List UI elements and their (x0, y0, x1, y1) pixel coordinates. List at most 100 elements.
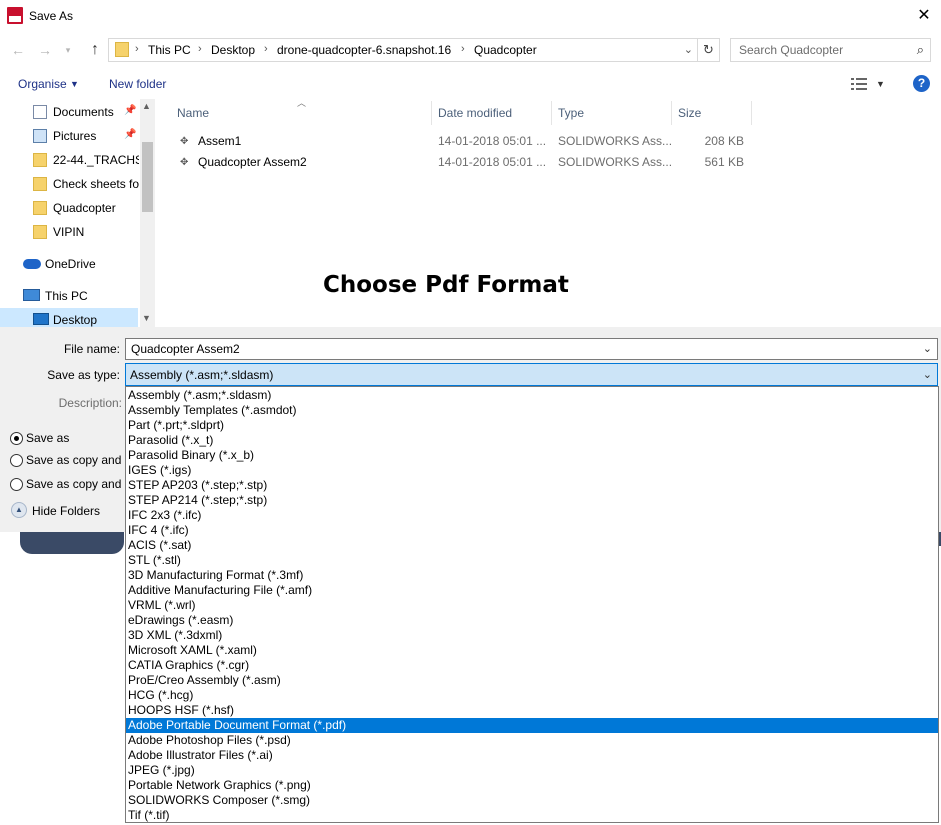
file-name-field[interactable]: Quadcopter Assem2 ⌄ (125, 338, 938, 360)
file-row[interactable]: ✥ Assem1 14-01-2018 05:01 ... SOLIDWORKS… (172, 131, 752, 152)
chevron-down-icon[interactable]: ⌄ (684, 43, 693, 56)
folder-icon (33, 177, 47, 191)
chevron-right-icon[interactable]: › (264, 43, 268, 55)
save-as-type-label: Save as type: (47, 368, 120, 382)
file-type-option[interactable]: HOOPS HSF (*.hsf) (126, 703, 938, 718)
file-type-option[interactable]: Assembly (*.asm;*.sldasm) (126, 388, 938, 403)
close-button[interactable]: ✕ (912, 5, 936, 27)
radio-label: Save as copy and c (26, 453, 131, 467)
recent-locations-chevron-icon[interactable]: ▾ (62, 44, 74, 56)
file-type-option[interactable]: IGES (*.igs) (126, 463, 938, 478)
chevron-down-icon[interactable]: ⌄ (923, 368, 932, 381)
file-type-option[interactable]: CATIA Graphics (*.cgr) (126, 658, 938, 673)
pin-icon[interactable]: 📌 (124, 129, 136, 140)
scroll-down-icon[interactable]: ▼ (142, 313, 151, 323)
column-header-type[interactable]: Type (558, 106, 584, 120)
pin-icon[interactable]: 📌 (124, 105, 136, 116)
file-type-option[interactable]: ProE/Creo Assembly (*.asm) (126, 673, 938, 688)
file-date: 14-01-2018 05:01 ... (438, 134, 547, 148)
address-bar[interactable]: › This PC › Desktop › drone-quadcopter-6… (108, 38, 698, 62)
file-type-option[interactable]: Parasolid (*.x_t) (126, 433, 938, 448)
file-type-option[interactable]: Adobe Photoshop Files (*.psd) (126, 733, 938, 748)
column-header-name[interactable]: Name (177, 106, 209, 120)
search-icon[interactable]: ⌕ (917, 42, 924, 58)
file-type-option[interactable]: Adobe Illustrator Files (*.ai) (126, 748, 938, 763)
nav-scrollbar[interactable] (140, 99, 155, 327)
radio-label: Save as (26, 431, 70, 445)
file-type-dropdown-list[interactable]: Assembly (*.asm;*.sldasm) Assembly Templa… (125, 386, 939, 823)
sidebar-item-check-sheets[interactable]: Check sheets for (0, 173, 140, 195)
file-type-option[interactable]: HCG (*.hcg) (126, 688, 938, 703)
file-type-option[interactable]: JPEG (*.jpg) (126, 763, 938, 778)
file-type: SOLIDWORKS Ass... (558, 155, 673, 169)
column-divider[interactable] (551, 101, 552, 125)
file-type-option[interactable]: Adobe Portable Document Format (*.pdf) (126, 718, 938, 733)
file-type-option[interactable]: Microsoft XAML (*.xaml) (126, 643, 938, 658)
organise-button[interactable]: Organise (18, 77, 67, 91)
caret-down-icon[interactable]: ▼ (70, 79, 79, 89)
sidebar-item-quadcopter[interactable]: Quadcopter (0, 197, 140, 219)
file-type-option[interactable]: STEP AP214 (*.step;*.stp) (126, 493, 938, 508)
file-type-option[interactable]: Additive Manufacturing File (*.amf) (126, 583, 938, 598)
file-name: Assem1 (198, 134, 242, 148)
breadcrumb-this-pc[interactable]: This PC (148, 43, 191, 57)
radio-button[interactable] (10, 432, 23, 445)
back-arrow-icon[interactable]: ← (9, 41, 27, 59)
file-type-option[interactable]: STEP AP203 (*.step;*.stp) (126, 478, 938, 493)
radio-button[interactable] (10, 478, 23, 491)
sidebar-item-trachst[interactable]: 22-44._TRACHST (0, 149, 140, 171)
file-type-option[interactable]: eDrawings (*.easm) (126, 613, 938, 628)
save-as-type-select[interactable]: Assembly (*.asm;*.sldasm) ⌄ (125, 363, 938, 386)
sidebar-item-pictures[interactable]: Pictures 📌 (0, 125, 140, 147)
description-label: Description: (58, 396, 122, 410)
sidebar-item-vipin[interactable]: VIPIN (0, 221, 140, 243)
scrollbar-thumb[interactable] (142, 142, 153, 212)
sort-ascending-icon: ︿ (297, 98, 307, 108)
column-header-size[interactable]: Size (678, 106, 701, 120)
scroll-up-icon[interactable]: ▲ (142, 101, 151, 111)
sidebar-item-this-pc[interactable]: This PC (0, 285, 140, 307)
file-type-option[interactable]: ACIS (*.sat) (126, 538, 938, 553)
desktop-icon (33, 313, 49, 325)
search-input[interactable]: Search Quadcopter ⌕ (730, 38, 931, 62)
chevron-right-icon[interactable]: › (198, 43, 202, 55)
up-arrow-icon[interactable]: ↑ (85, 40, 105, 60)
file-type-option[interactable]: Parasolid Binary (*.x_b) (126, 448, 938, 463)
sidebar-item-documents[interactable]: Documents 📌 (0, 101, 140, 123)
breadcrumb-desktop[interactable]: Desktop (211, 43, 255, 57)
column-header-date-modified[interactable]: Date modified (438, 106, 512, 120)
file-type-option[interactable]: IFC 2x3 (*.ifc) (126, 508, 938, 523)
file-type-option[interactable]: IFC 4 (*.ifc) (126, 523, 938, 538)
help-icon[interactable]: ? (913, 75, 930, 92)
documents-icon (33, 105, 47, 119)
radio-button[interactable] (10, 454, 23, 467)
title-bar (0, 0, 941, 33)
file-row[interactable]: ✥ Quadcopter Assem2 14-01-2018 05:01 ...… (172, 152, 752, 173)
caret-down-icon[interactable]: ▼ (876, 79, 885, 89)
file-type-option[interactable]: Assembly Templates (*.asmdot) (126, 403, 938, 418)
search-placeholder: Search Quadcopter (739, 43, 844, 57)
file-type-option[interactable]: SOLIDWORKS Composer (*.smg) (126, 793, 938, 808)
file-name-label: File name: (63, 342, 120, 356)
chevron-down-icon[interactable]: ⌄ (923, 342, 932, 355)
column-divider[interactable] (431, 101, 432, 125)
file-type-option[interactable]: VRML (*.wrl) (126, 598, 938, 613)
sidebar-item-label: Check sheets for (53, 177, 139, 191)
new-folder-button[interactable]: New folder (109, 77, 166, 91)
column-divider[interactable] (751, 101, 752, 125)
file-type-option[interactable]: STL (*.stl) (126, 553, 938, 568)
view-options-icon[interactable] (851, 77, 867, 91)
file-type-option[interactable]: Portable Network Graphics (*.png) (126, 778, 938, 793)
file-type-option[interactable]: 3D XML (*.3dxml) (126, 628, 938, 643)
chevron-right-icon[interactable]: › (135, 43, 139, 55)
file-type-option[interactable]: 3D Manufacturing Format (*.3mf) (126, 568, 938, 583)
forward-arrow-icon[interactable]: → (36, 41, 54, 59)
file-type-option[interactable]: Tif (*.tif) (126, 808, 938, 823)
breadcrumb-snapshot-folder[interactable]: drone-quadcopter-6.snapshot.16 (277, 43, 451, 57)
breadcrumb-quadcopter[interactable]: Quadcopter (474, 43, 537, 57)
refresh-icon[interactable]: ↻ (698, 38, 720, 62)
column-divider[interactable] (671, 101, 672, 125)
sidebar-item-onedrive[interactable]: OneDrive (0, 253, 140, 275)
file-type-option[interactable]: Part (*.prt;*.sldprt) (126, 418, 938, 433)
chevron-right-icon[interactable]: › (461, 43, 465, 55)
